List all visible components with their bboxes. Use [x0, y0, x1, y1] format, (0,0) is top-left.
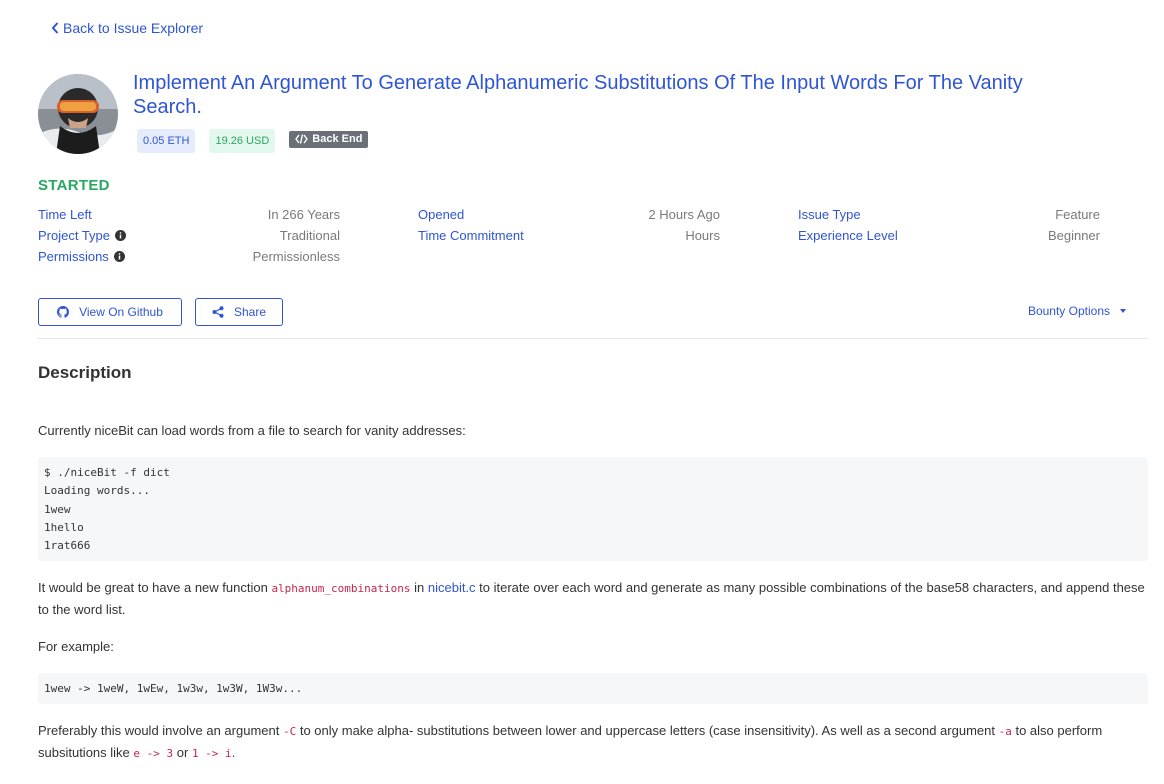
- share-button-label: Share: [233, 305, 267, 319]
- meta-value: 2 Hours Ago: [648, 207, 720, 222]
- amount-usd-badge: 19.26 USD: [209, 129, 276, 153]
- meta-label: Permissions: [38, 249, 125, 264]
- meta-value: Beginner: [1047, 228, 1100, 243]
- inline-code-sub-e: e -> 3: [133, 747, 174, 760]
- meta-value: Feature: [1055, 207, 1100, 222]
- meta-row-experience-level: Experience Level Beginner: [798, 225, 1100, 246]
- meta-label: Time Left: [38, 207, 92, 222]
- bounty-options-label: Bounty Options: [1027, 304, 1110, 318]
- category-label: Back End: [312, 133, 363, 145]
- chevron-left-icon: [51, 22, 59, 34]
- meta-row-issue-type: Issue Type Feature: [798, 204, 1100, 225]
- description-paragraph-arguments: Preferably this would involve an argumen…: [38, 723, 1103, 760]
- status-label: STARTED: [38, 177, 110, 194]
- meta-label: Opened: [418, 207, 465, 222]
- meta-row-time-left: Time Left In 266 Years: [38, 204, 340, 225]
- example-label: For example:: [38, 639, 114, 654]
- bounty-options-dropdown[interactable]: Bounty Options: [1028, 304, 1126, 318]
- meta-label: Project Type: [38, 228, 127, 243]
- issue-tags: 0.05 ETH 19.26 USD Back End: [137, 129, 382, 153]
- category-badge: Back End: [289, 130, 369, 148]
- code-icon: [295, 134, 309, 144]
- inline-code-arg-a: -a: [998, 725, 1012, 738]
- code-block-command: $ ./niceBit -f dict Loading words... 1we…: [38, 457, 1148, 561]
- meta-row-time-commitment: Time Commitment Hours: [418, 225, 720, 246]
- meta-column-2: Opened 2 Hours Ago Time Commitment Hours: [418, 204, 720, 246]
- github-icon: [57, 306, 70, 318]
- meta-row-project-type: Project Type Traditional: [38, 225, 340, 246]
- description-heading: Description: [38, 363, 132, 382]
- github-button-label: View On Github: [79, 305, 163, 319]
- view-on-github-button[interactable]: View On Github: [38, 298, 182, 326]
- amount-eth-badge: 0.05 ETH: [137, 129, 196, 153]
- nicebit-file-link[interactable]: nicebit.c: [428, 580, 476, 595]
- inline-code-function: alphanum_combinations: [271, 582, 411, 595]
- info-circle-icon[interactable]: [113, 251, 125, 262]
- code-block-example: 1wew -> 1weW, 1wEw, 1w3w, 1w3W, 1W3w...: [38, 673, 1148, 704]
- inline-code-arg-c: -C: [282, 725, 297, 738]
- back-to-explorer-link[interactable]: Back to Issue Explorer: [51, 20, 203, 36]
- meta-label: Time Commitment: [418, 228, 524, 243]
- meta-column-3: Issue Type Feature Experience Level Begi…: [798, 204, 1100, 246]
- info-circle-icon[interactable]: [115, 230, 127, 241]
- description-paragraph-function: It would be great to have a new function…: [38, 580, 1145, 617]
- back-link-label: Back to Issue Explorer: [63, 20, 204, 36]
- meta-row-opened: Opened 2 Hours Ago: [418, 204, 720, 225]
- meta-value: Traditional: [279, 228, 340, 243]
- meta-value: Hours: [685, 228, 720, 243]
- meta-value: Permissionless: [252, 249, 340, 264]
- meta-column-1: Time Left In 266 Years Project Type Trad…: [38, 204, 340, 267]
- avatar[interactable]: [38, 74, 118, 154]
- share-icon: [212, 306, 224, 318]
- meta-label: Experience Level: [798, 228, 898, 243]
- description-intro: Currently niceBit can load words from a …: [38, 423, 466, 438]
- meta-label: Issue Type: [798, 207, 861, 222]
- meta-value: In 266 Years: [267, 207, 340, 222]
- caret-down-icon: [1120, 309, 1126, 313]
- issue-title: Implement An Argument To Generate Alphan…: [133, 72, 1023, 118]
- meta-row-permissions: Permissions Permissionless: [38, 246, 340, 267]
- inline-code-sub-1: 1 -> i: [191, 747, 232, 760]
- share-button[interactable]: Share: [195, 298, 283, 326]
- divider: [38, 338, 1148, 339]
